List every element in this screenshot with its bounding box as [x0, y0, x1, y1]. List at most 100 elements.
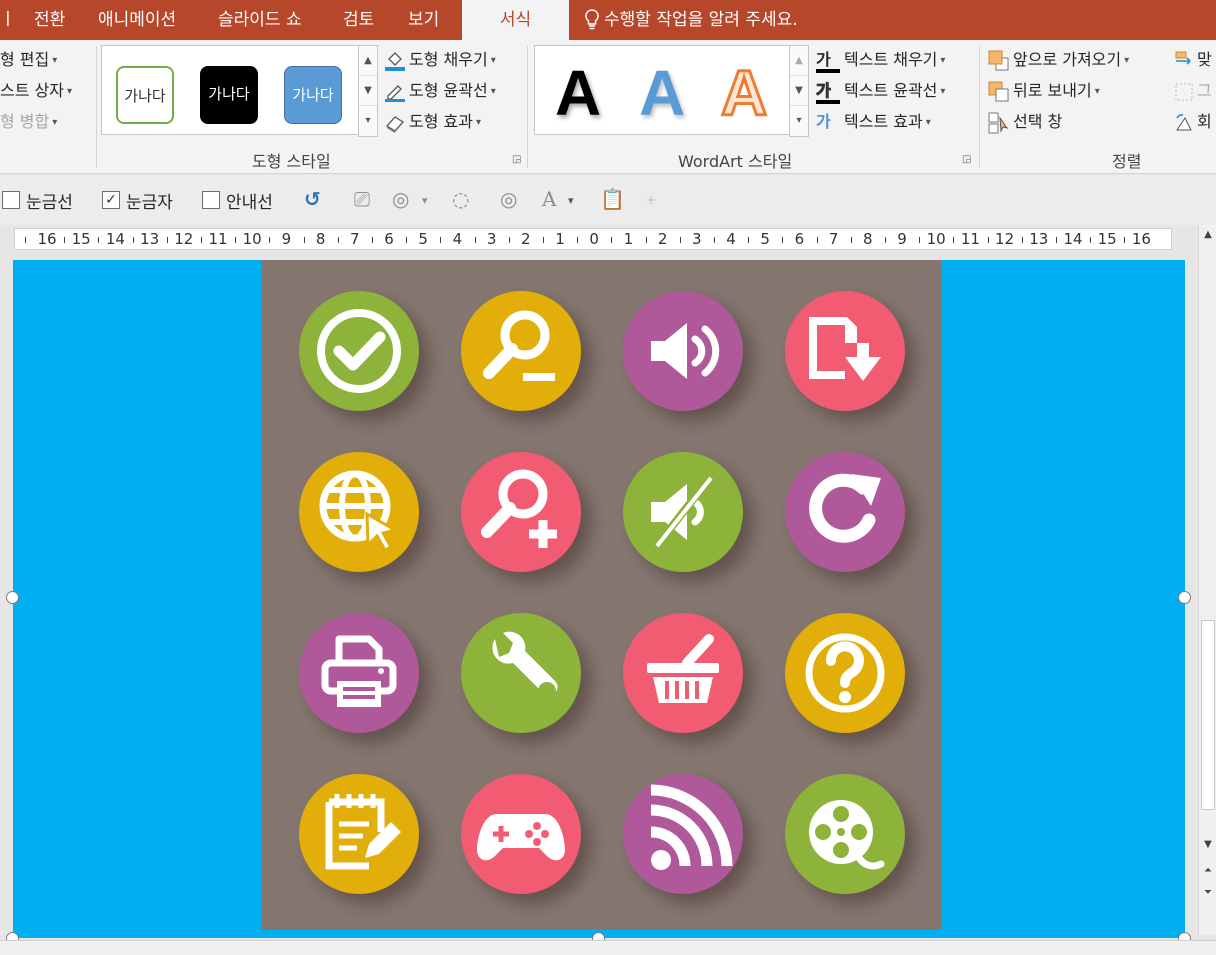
- ruler-tick: [850, 237, 852, 243]
- presentation-play-icon[interactable]: ⎚: [354, 187, 370, 211]
- merge-shapes-button[interactable]: 형 병합 ▾: [0, 108, 57, 132]
- printer-icon: [321, 635, 397, 707]
- ruler-tick: [132, 237, 134, 243]
- tell-me-search[interactable]: 수행할 작업을 알려 주세요.: [584, 0, 798, 40]
- gallery-more-icon[interactable]: ▾: [790, 106, 808, 136]
- caret-down-icon[interactable]: ▾: [568, 194, 574, 207]
- wordart-gallery-scroll[interactable]: ▲ ▼ ▾: [789, 45, 809, 137]
- tab-slideshow[interactable]: 슬라이드 쇼: [218, 0, 302, 40]
- selection-pane-button[interactable]: 선택 창: [988, 108, 1062, 134]
- scroll-down-icon[interactable]: ▼: [359, 76, 377, 106]
- ruler-checkbox[interactable]: ✓: [102, 191, 120, 209]
- tab-view[interactable]: 보기: [408, 0, 439, 40]
- tab-review[interactable]: 검토: [343, 0, 374, 40]
- text-box-button[interactable]: 스트 상자 ▾: [0, 77, 72, 101]
- rotate-icon: [1174, 112, 1194, 134]
- wordart-style-blue[interactable]: A: [639, 58, 685, 128]
- text-style-icon[interactable]: A: [542, 187, 556, 211]
- gridlines-checkbox[interactable]: [2, 191, 20, 209]
- text-outline-button[interactable]: 가 텍스트 윤곽선 ▾: [816, 77, 945, 104]
- shape-gallery-scroll[interactable]: ▲ ▼ ▾: [358, 45, 378, 137]
- printer-circle[interactable]: [299, 613, 419, 733]
- shape-intersect-icon[interactable]: ◎: [500, 187, 517, 211]
- gamepad-icon: [477, 814, 565, 861]
- horizontal-ruler[interactable]: 16 15 14 13 12 11 10 9 8 7 6 5 4 3 2 1 0 1 2 3 4 5 6 7 8 9 10 11 12 1…: [14, 228, 1172, 250]
- ruler-number: 1: [555, 230, 565, 248]
- shape-style-swatch-black[interactable]: 가나다: [200, 66, 258, 124]
- scroll-up-icon[interactable]: ▲: [790, 46, 808, 76]
- paint-bucket-icon: [384, 50, 406, 72]
- wordart-style-black[interactable]: A: [555, 58, 601, 128]
- tab-transitions[interactable]: 전환: [34, 0, 65, 40]
- ruler-number: 13: [140, 230, 160, 248]
- guides-checkbox[interactable]: [202, 191, 220, 209]
- ruler-tick: [816, 237, 818, 243]
- ribbon-tab-bar: ㅣ 전환 애니메이션 슬라이드 쇼 검토 보기 서식 수행할 작업을 알려 주세…: [0, 0, 1216, 40]
- notepad-circle[interactable]: [299, 774, 419, 894]
- ruler-number: 16: [1131, 230, 1151, 248]
- volume-circle[interactable]: [623, 291, 743, 411]
- caret-down-icon: ▾: [475, 117, 481, 128]
- caret-down-icon[interactable]: ▾: [422, 194, 428, 207]
- resize-handle-left[interactable]: [6, 591, 19, 604]
- tab-animations[interactable]: 애니메이션: [98, 0, 176, 40]
- shape-effects-button[interactable]: 도형 효과 ▾: [384, 108, 481, 134]
- rss-circle[interactable]: [623, 774, 743, 894]
- ruler-number: 14: [1063, 230, 1083, 248]
- shape-styles-group-label: 도형 스타일: [252, 152, 331, 171]
- save-download-circle[interactable]: [785, 291, 905, 411]
- tab-truncated[interactable]: ㅣ: [0, 0, 16, 40]
- basket-circle[interactable]: [623, 613, 743, 733]
- ruler-number: 12: [995, 230, 1015, 248]
- previous-slide-icon[interactable]: ⏶: [1199, 865, 1216, 876]
- resize-handle-right[interactable]: [1178, 591, 1191, 604]
- lightbulb-icon: [585, 9, 599, 30]
- text-effects-button[interactable]: 가 텍스트 효과 ▾: [816, 108, 931, 132]
- ruler-number: 6: [794, 230, 805, 248]
- shape-fill-button[interactable]: 도형 채우기 ▾: [384, 46, 496, 72]
- bring-forward-button[interactable]: 앞으로 가져오기 ▾: [988, 46, 1129, 72]
- shape-style-swatch-blue[interactable]: 가나다: [284, 66, 342, 124]
- tab-format[interactable]: 서식: [462, 0, 569, 40]
- search-minus-circle[interactable]: [461, 291, 581, 411]
- shape-style-swatch-outline[interactable]: 가나다: [116, 66, 174, 124]
- wrench-circle[interactable]: [461, 613, 581, 733]
- globe-cursor-circle[interactable]: [299, 452, 419, 572]
- ruler-number: 3: [692, 230, 702, 248]
- refresh-circle[interactable]: [785, 452, 905, 572]
- search-plus-circle[interactable]: [461, 452, 581, 572]
- scroll-up-icon[interactable]: ▲: [1199, 229, 1216, 240]
- align-button[interactable]: 맞: [1174, 46, 1212, 72]
- customize-toolbar-icon[interactable]: +: [646, 193, 656, 207]
- next-slide-icon[interactable]: ⏷: [1199, 887, 1216, 898]
- vertical-scrollbar[interactable]: ▲ ▼ ⏶ ⏷: [1198, 225, 1216, 935]
- ruler-number: 8: [315, 230, 326, 248]
- check-circle[interactable]: [299, 291, 419, 411]
- ruler-tick: [440, 237, 442, 243]
- gamepad-circle[interactable]: [461, 774, 581, 894]
- gallery-more-icon[interactable]: ▾: [359, 106, 377, 136]
- ruler-number: 5: [760, 230, 770, 248]
- group-separator: [527, 46, 528, 168]
- dialog-launcher-icon[interactable]: ◲: [512, 154, 521, 165]
- edit-shape-button[interactable]: 형 편집 ▾: [0, 46, 57, 70]
- dialog-launcher-icon[interactable]: ◲: [962, 154, 971, 165]
- group-button[interactable]: 그: [1174, 77, 1212, 103]
- mute-circle[interactable]: [623, 452, 743, 572]
- undo-rotate-icon[interactable]: ↺: [304, 187, 321, 211]
- rotate-button[interactable]: 회: [1174, 108, 1212, 134]
- scroll-down-icon[interactable]: ▼: [1199, 839, 1216, 850]
- scrollbar-thumb[interactable]: [1201, 620, 1215, 810]
- shape-union-icon[interactable]: ◎: [392, 187, 409, 211]
- wordart-style-orange-outline[interactable]: A: [719, 57, 768, 130]
- scroll-down-icon[interactable]: ▼: [790, 76, 808, 106]
- text-fill-button[interactable]: 가 텍스트 채우기 ▾: [816, 46, 945, 73]
- film-reel-circle[interactable]: [785, 774, 905, 894]
- text-outline-label: 텍스트 윤곽선: [844, 81, 938, 100]
- shape-outline-button[interactable]: 도형 윤곽선 ▾: [384, 77, 496, 103]
- scroll-up-icon[interactable]: ▲: [359, 46, 377, 76]
- paste-clipboard-icon[interactable]: 📋: [600, 187, 625, 211]
- shape-combine-icon[interactable]: ◌: [452, 187, 469, 211]
- send-backward-button[interactable]: 뒤로 보내기 ▾: [988, 77, 1100, 103]
- help-circle[interactable]: [785, 613, 905, 733]
